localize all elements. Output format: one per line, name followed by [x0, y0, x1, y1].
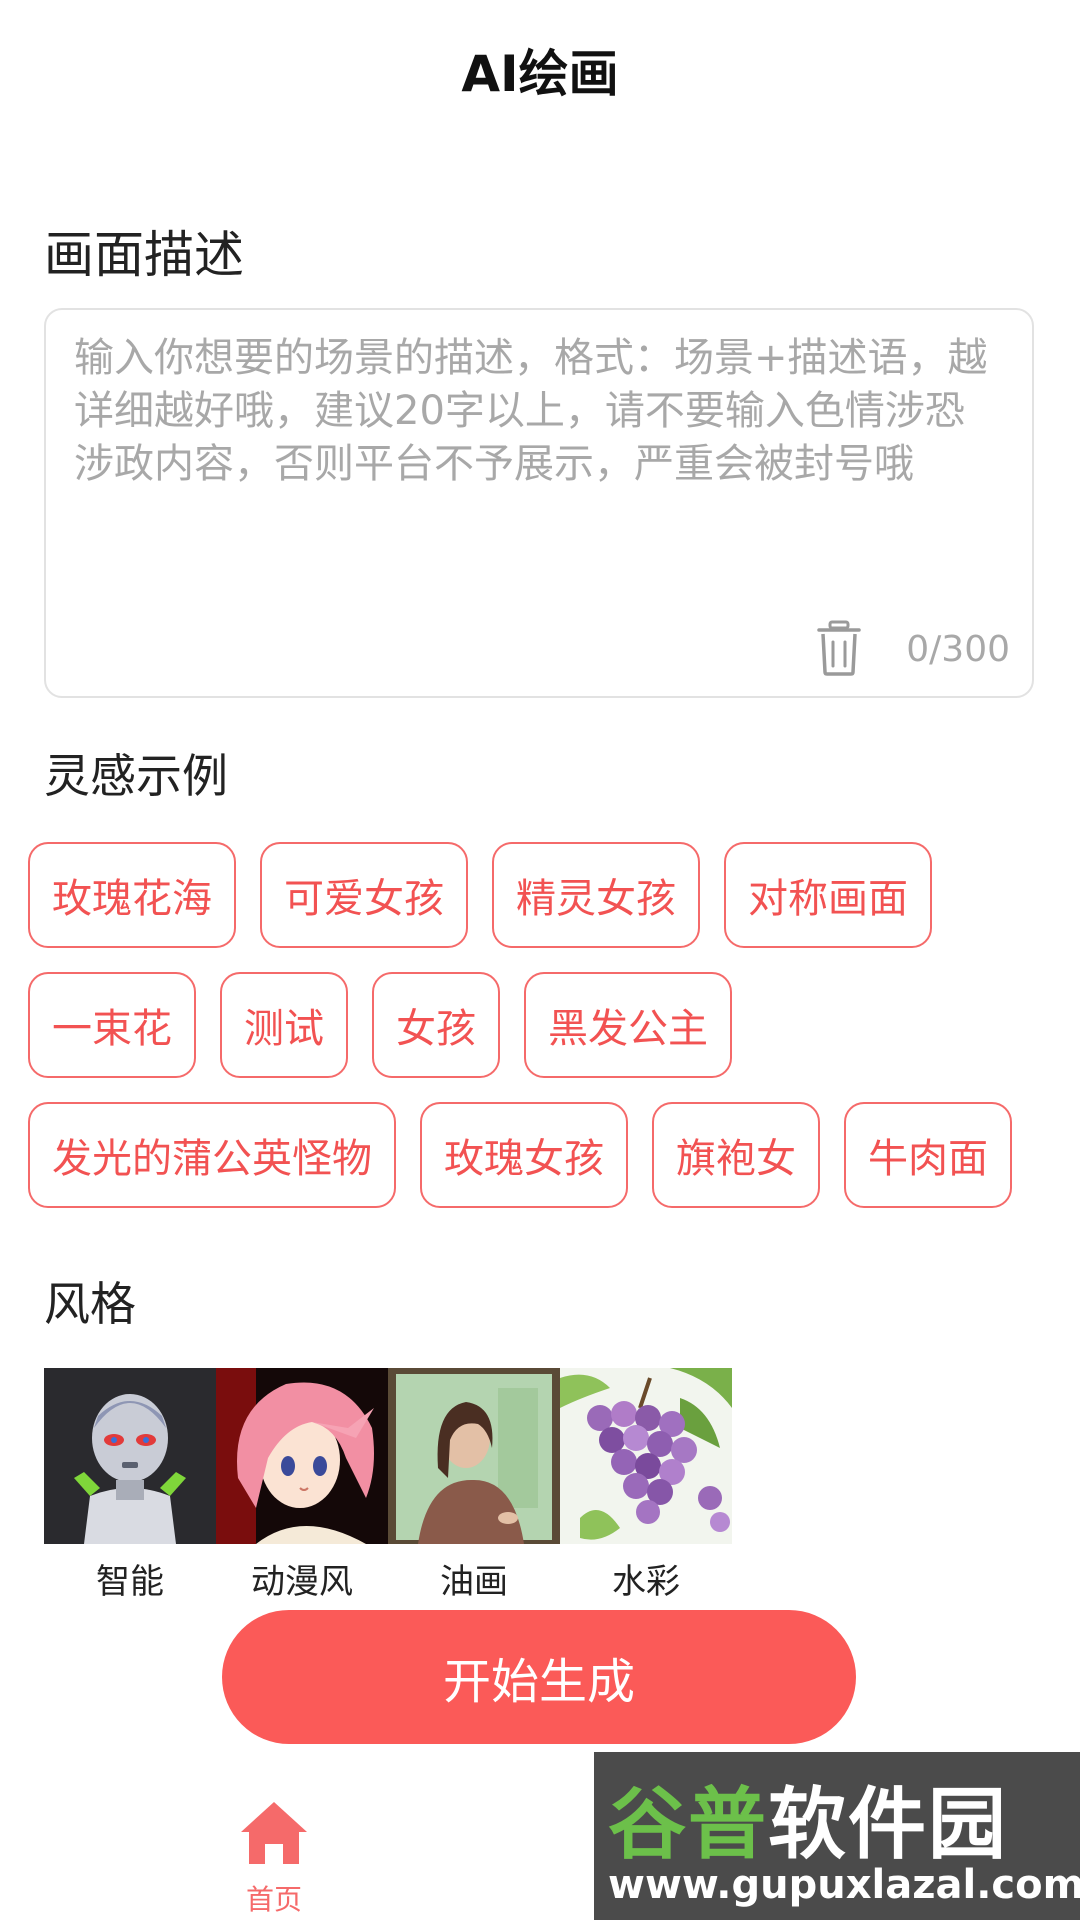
tag-row: 发光的蒲公英怪物 玫瑰女孩 旗袍女 牛肉面 — [28, 1102, 1048, 1208]
robot-thumbnail — [44, 1368, 216, 1544]
oil-painting-thumbnail — [388, 1368, 560, 1544]
watercolor-grapes-thumbnail — [560, 1368, 732, 1544]
inspiration-section-title: 灵感示例 — [44, 749, 228, 803]
watermark-logo-right: 软件园 — [768, 1780, 1009, 1870]
style-label: 水彩 — [612, 1562, 680, 1602]
tab-home[interactable]: 首页 — [224, 1778, 324, 1920]
inspiration-tag[interactable]: 精灵女孩 — [492, 842, 700, 948]
style-section-title: 风格 — [44, 1277, 136, 1331]
watermark-logo: 谷普软件园 — [608, 1762, 1008, 1874]
tab-home-label: 首页 — [245, 1883, 302, 1916]
style-item-smart[interactable]: 智能 — [44, 1368, 216, 1603]
inspiration-tag[interactable]: 发光的蒲公英怪物 — [28, 1102, 396, 1208]
description-box: 0/300 — [44, 308, 1034, 698]
generate-button[interactable]: 开始生成 — [222, 1610, 856, 1744]
page-title: AI绘画 — [461, 45, 619, 103]
tag-row: 一束花 测试 女孩 黑发公主 — [28, 972, 1048, 1078]
style-item-watercolor[interactable]: 水彩 — [560, 1368, 732, 1603]
tag-row: 玫瑰花海 可爱女孩 精灵女孩 对称画面 — [28, 842, 1048, 948]
trash-icon[interactable] — [816, 620, 862, 676]
style-item-anime[interactable]: 动漫风 — [216, 1368, 388, 1603]
description-input[interactable] — [74, 332, 1004, 622]
style-label: 动漫风 — [251, 1562, 353, 1602]
style-label: 智能 — [96, 1562, 164, 1602]
style-label: 油画 — [440, 1562, 508, 1602]
anime-girl-thumbnail — [216, 1368, 388, 1544]
watermark-url: www.gupuxlazal.com — [608, 1862, 1080, 1908]
inspiration-tag[interactable]: 测试 — [220, 972, 348, 1078]
inspiration-tag[interactable]: 旗袍女 — [652, 1102, 820, 1208]
inspiration-tag[interactable]: 女孩 — [372, 972, 500, 1078]
inspiration-tag[interactable]: 对称画面 — [724, 842, 932, 948]
style-item-oil[interactable]: 油画 — [388, 1368, 560, 1603]
style-list: 智能 动漫风 油画 水彩 — [44, 1368, 732, 1603]
inspiration-tag[interactable]: 可爱女孩 — [260, 842, 468, 948]
inspiration-tag[interactable]: 黑发公主 — [524, 972, 732, 1078]
home-icon — [241, 1802, 307, 1864]
watermark: 谷普软件园 www.gupuxlazal.com — [594, 1752, 1080, 1920]
inspiration-tag[interactable]: 玫瑰女孩 — [420, 1102, 628, 1208]
watermark-logo-left: 谷普 — [608, 1780, 769, 1870]
inspiration-tag[interactable]: 玫瑰花海 — [28, 842, 236, 948]
top-bar: AI绘画 — [0, 0, 1080, 140]
description-section-title: 画面描述 — [44, 226, 244, 284]
char-counter: 0/300 — [906, 629, 1010, 670]
inspiration-tag[interactable]: 牛肉面 — [844, 1102, 1012, 1208]
inspiration-tags: 玫瑰花海 可爱女孩 精灵女孩 对称画面 一束花 测试 女孩 黑发公主 发光的蒲公… — [28, 842, 1048, 1232]
inspiration-tag[interactable]: 一束花 — [28, 972, 196, 1078]
